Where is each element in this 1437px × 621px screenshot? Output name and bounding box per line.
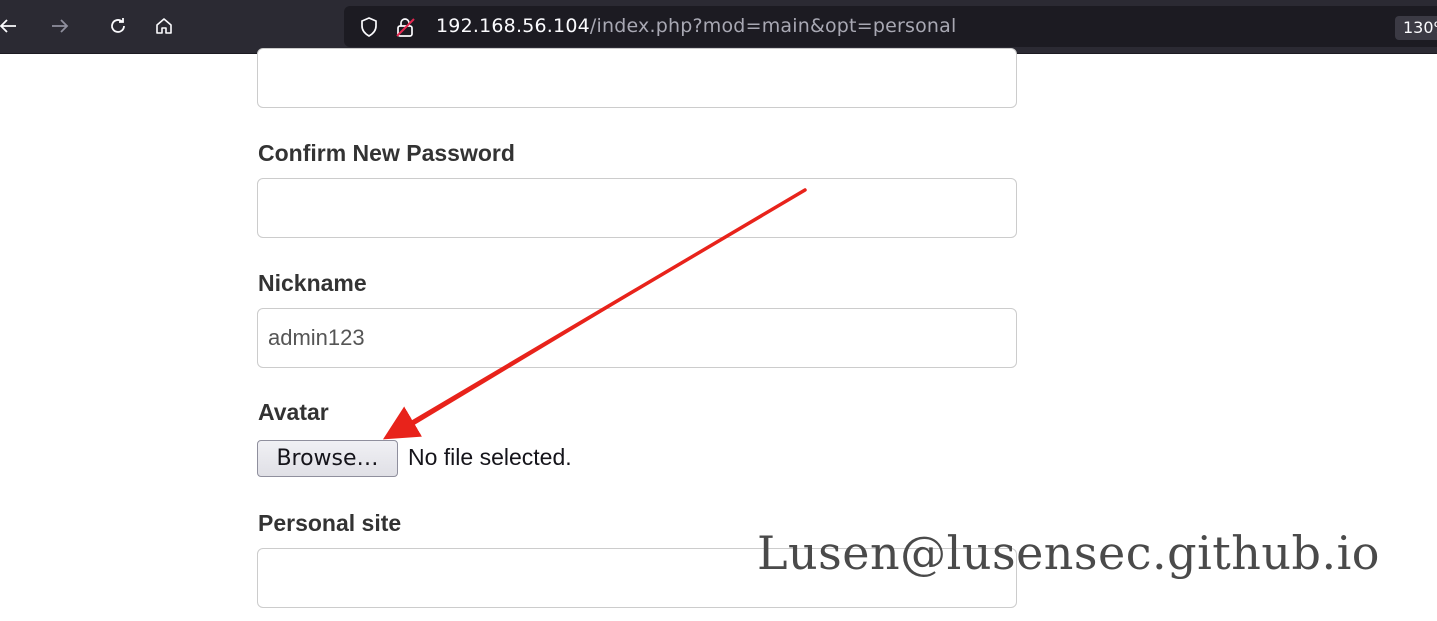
reload-icon[interactable] bbox=[102, 10, 134, 42]
personal-site-label: Personal site bbox=[258, 510, 402, 536]
nickname-label: Nickname bbox=[258, 270, 367, 296]
zoom-level-badge[interactable]: 130% bbox=[1395, 16, 1437, 40]
confirm-password-field[interactable] bbox=[257, 178, 1017, 238]
insecure-lock-icon[interactable] bbox=[394, 16, 416, 38]
file-status-text: No file selected. bbox=[408, 444, 572, 470]
watermark-text: Lusen@lusensec.github.io bbox=[757, 526, 1381, 580]
nickname-field[interactable]: admin123 bbox=[257, 308, 1017, 368]
back-icon[interactable] bbox=[0, 10, 24, 42]
browser-toolbar: 192.168.56.104/index.php?mod=main&opt=pe… bbox=[0, 0, 1437, 54]
new-password-field[interactable] bbox=[257, 48, 1017, 108]
home-icon[interactable] bbox=[148, 10, 180, 42]
url-bar[interactable]: 192.168.56.104/index.php?mod=main&opt=pe… bbox=[344, 6, 1437, 47]
forward-icon[interactable] bbox=[44, 10, 76, 42]
url-path: /index.php?mod=main&opt=personal bbox=[589, 15, 957, 37]
url-host: 192.168.56.104 bbox=[436, 15, 590, 37]
browse-button[interactable]: Browse… bbox=[257, 440, 398, 477]
confirm-password-label: Confirm New Password bbox=[258, 140, 515, 166]
shield-icon[interactable] bbox=[358, 16, 380, 38]
url-text[interactable]: 192.168.56.104/index.php?mod=main&opt=pe… bbox=[436, 15, 956, 37]
avatar-label: Avatar bbox=[258, 399, 329, 425]
